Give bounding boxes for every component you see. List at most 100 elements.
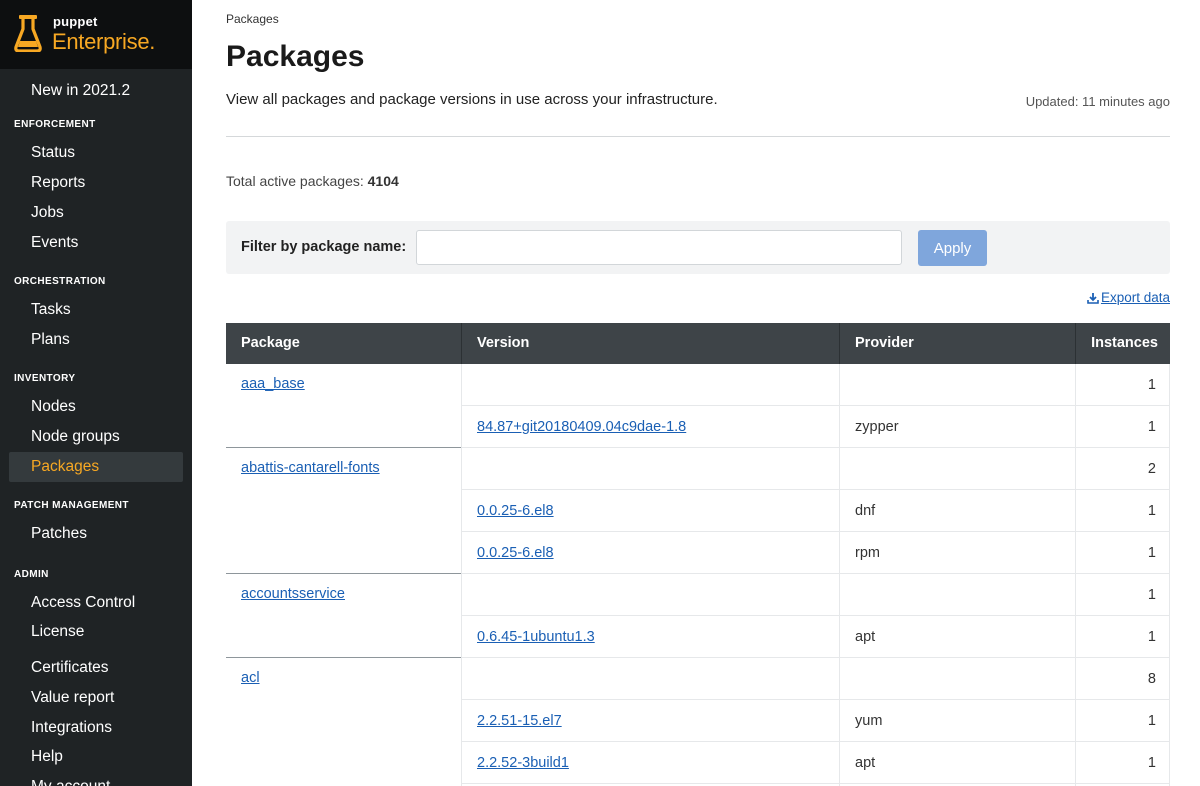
- table-row: 2.2.51-15.el7 yum 1: [226, 700, 1170, 742]
- sidebar-section-patch-management: PATCH MANAGEMENT: [14, 500, 129, 511]
- table-header: Package Version Provider Instances: [226, 323, 1170, 364]
- table-row: 0.6.45-1ubuntu1.3 apt 1: [226, 616, 1170, 658]
- breadcrumb[interactable]: Packages: [226, 12, 279, 26]
- version-link[interactable]: 2.2.52-3build1: [477, 755, 569, 771]
- export-data-link[interactable]: Export data: [1087, 290, 1170, 305]
- sidebar-item-integrations[interactable]: Integrations: [9, 713, 183, 743]
- sidebar-item-access-control[interactable]: Access Control: [9, 588, 183, 618]
- package-group-divider: [226, 447, 462, 448]
- download-icon: [1087, 292, 1099, 304]
- export-data-label: Export data: [1100, 290, 1170, 305]
- total-active-packages: Total active packages: 4104: [226, 173, 399, 189]
- table-row: 84.87+git20180409.04c9dae-1.8 zypper 1: [226, 406, 1170, 448]
- package-link[interactable]: acl: [241, 670, 260, 686]
- instances-cell: 8: [1147, 671, 1156, 687]
- version-cell: 2.2.51-15.el7: [477, 700, 562, 742]
- provider-cell: apt: [855, 755, 876, 771]
- header-separator: [461, 323, 462, 364]
- sidebar-item-jobs[interactable]: Jobs: [9, 198, 183, 228]
- table-row: 0.0.25-6.el8 rpm 1: [226, 532, 1170, 574]
- version-link[interactable]: 84.87+git20180409.04c9dae-1.8: [477, 419, 686, 435]
- package-group-divider: [226, 657, 462, 658]
- sidebar-item-patches[interactable]: Patches: [9, 519, 183, 549]
- page-description: View all packages and package versions i…: [226, 91, 718, 108]
- sidebar-item-my-account[interactable]: My account: [9, 772, 183, 786]
- package-filter-input[interactable]: [416, 230, 902, 265]
- main-content: Packages Packages View all packages and …: [226, 0, 1170, 786]
- sidebar-item-tasks[interactable]: Tasks: [9, 295, 183, 325]
- package-link[interactable]: accountsservice: [241, 586, 345, 602]
- updated-timestamp: Updated: 11 minutes ago: [1025, 94, 1170, 109]
- packages-table: Package Version Provider Instances aaa_b…: [226, 323, 1170, 786]
- package-link[interactable]: abattis-cantarell-fonts: [241, 460, 380, 476]
- column-header-version[interactable]: Version: [477, 323, 529, 364]
- column-header-provider[interactable]: Provider: [855, 323, 914, 364]
- total-value: 4104: [367, 173, 399, 189]
- sidebar-item-plans[interactable]: Plans: [9, 325, 183, 355]
- table-row: 2.2.52-3build1 apt 1: [226, 742, 1170, 784]
- package-link[interactable]: aaa_base: [241, 376, 305, 392]
- page-title: Packages: [226, 40, 365, 73]
- provider-cell: yum: [855, 713, 883, 729]
- package-cell: accountsservice: [241, 573, 345, 615]
- filter-panel: Filter by package name: Apply: [226, 221, 1170, 274]
- flask-logo-icon: [14, 15, 42, 52]
- sidebar-item-reports[interactable]: Reports: [9, 168, 183, 198]
- instances-cell: 2: [1147, 461, 1156, 477]
- package-cell: acl: [241, 657, 260, 699]
- instances-cell: 1: [1147, 545, 1156, 561]
- sidebar-item-value-report[interactable]: Value report: [9, 683, 183, 713]
- column-divider: [1075, 364, 1076, 786]
- version-link[interactable]: 0.6.45-1ubuntu1.3: [477, 629, 595, 645]
- sidebar-item-nodes[interactable]: Nodes: [9, 392, 183, 422]
- version-link[interactable]: 0.0.25-6.el8: [477, 503, 554, 519]
- sidebar-section-admin: ADMIN: [14, 569, 49, 580]
- package-group-divider: [226, 573, 462, 574]
- column-header-package[interactable]: Package: [241, 323, 300, 364]
- apply-button[interactable]: Apply: [918, 230, 987, 266]
- sidebar-section-inventory: INVENTORY: [14, 373, 76, 384]
- column-header-instances[interactable]: Instances: [1091, 323, 1158, 364]
- brand-dot: .: [149, 29, 156, 54]
- brand-small: puppet: [53, 14, 98, 29]
- version-cell: 0.6.45-1ubuntu1.3: [477, 616, 595, 658]
- sidebar-item-node-groups[interactable]: Node groups: [9, 422, 183, 452]
- logo[interactable]: puppet Enterprise.: [0, 0, 192, 69]
- sidebar-item-packages[interactable]: Packages: [9, 452, 183, 482]
- sidebar-item-certificates[interactable]: Certificates: [9, 653, 183, 683]
- header-separator: [1075, 323, 1076, 364]
- version-link[interactable]: 0.0.25-6.el8: [477, 545, 554, 561]
- sidebar-item-whats-new[interactable]: New in 2021.2: [9, 76, 183, 106]
- sidebar-item-status[interactable]: Status: [9, 138, 183, 168]
- sidebar-item-license[interactable]: License: [9, 617, 183, 647]
- table-row: abattis-cantarell-fonts 2: [226, 448, 1170, 490]
- filter-label: Filter by package name:: [241, 239, 407, 255]
- version-cell: 2.2.52-3build1: [477, 742, 569, 784]
- table-row: acl 8: [226, 658, 1170, 700]
- version-cell: 84.87+git20180409.04c9dae-1.8: [477, 406, 686, 448]
- instances-cell: 1: [1147, 419, 1156, 435]
- instances-cell: 1: [1147, 377, 1156, 393]
- version-link[interactable]: 2.2.51-15.el7: [477, 713, 562, 729]
- sidebar-section-orchestration: ORCHESTRATION: [14, 276, 106, 287]
- column-divider: [839, 364, 840, 786]
- sidebar: puppet Enterprise. New in 2021.2 ENFORCE…: [0, 0, 192, 786]
- version-cell: 0.0.25-6.el8: [477, 490, 554, 532]
- instances-cell: 1: [1147, 713, 1156, 729]
- provider-cell: zypper: [855, 419, 899, 435]
- package-cell: abattis-cantarell-fonts: [241, 447, 380, 489]
- row-divider: [462, 783, 1170, 784]
- brand-name: Enterprise.: [52, 29, 155, 55]
- column-divider: [1169, 364, 1170, 786]
- sidebar-item-help[interactable]: Help: [9, 742, 183, 772]
- instances-cell: 1: [1147, 503, 1156, 519]
- total-label: Total active packages:: [226, 173, 364, 189]
- table-row: 0.0.25-6.el8 dnf 1: [226, 490, 1170, 532]
- table-row: aaa_base 1: [226, 364, 1170, 406]
- provider-cell: rpm: [855, 545, 880, 561]
- brand-big: Enterprise: [52, 29, 150, 54]
- table-row: accountsservice 1: [226, 574, 1170, 616]
- sidebar-item-events[interactable]: Events: [9, 228, 183, 258]
- provider-cell: dnf: [855, 503, 876, 519]
- version-cell: 0.0.25-6.el8: [477, 532, 554, 574]
